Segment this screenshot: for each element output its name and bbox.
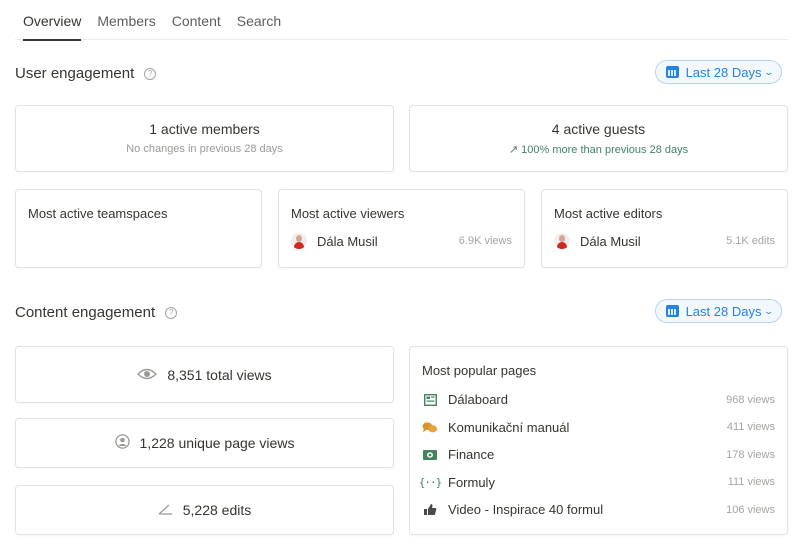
page-name: Komunikační manuál (448, 419, 570, 435)
active-guests-count: 4 active guests (551, 121, 646, 137)
page-name: Formuly (448, 474, 495, 490)
arrow-up-right-icon: ↗ (508, 144, 519, 156)
chat-bubbles-icon (422, 420, 438, 434)
tab-members[interactable]: Members (89, 0, 163, 40)
popular-pages-card: Most popular pages Dálaboard 968 views K… (409, 346, 788, 535)
user-engagement-heading: User engagement ? (15, 65, 157, 82)
page-views: 178 views (726, 448, 775, 461)
person-circle-icon (114, 434, 130, 452)
page-name: Dálaboard (448, 392, 508, 408)
content-date-range-label: Last 28 Days (685, 303, 762, 319)
viewer-row[interactable]: Dála Musil 6.9K views (279, 221, 524, 249)
edits-card: 5,228 edits (15, 485, 394, 535)
tab-overview[interactable]: Overview (15, 0, 89, 41)
list-item[interactable]: Komunikační manuál 411 views (410, 414, 787, 442)
pencil-angle-icon (158, 502, 173, 518)
page-name: Finance (448, 447, 495, 463)
total-views-value: 8,351 total views (167, 366, 272, 383)
eye-icon (137, 367, 158, 383)
active-members-change: No changes in previous 28 days (126, 143, 283, 155)
teamspaces-card: Most active teamspaces (15, 189, 262, 268)
viewers-card: Most active viewers Dála Musil 6.9K view… (278, 189, 525, 268)
tab-bar: Overview Members Content Search (15, 0, 788, 41)
unique-views-card: 1,228 unique page views (15, 418, 394, 468)
dashboard-icon (422, 393, 438, 407)
thumbs-up-icon (422, 503, 438, 517)
content-date-range-button[interactable]: Last 28 Days ⌄ (654, 299, 782, 323)
list-item[interactable]: Finance 178 views (410, 441, 787, 469)
user-date-range-button[interactable]: Last 28 Days ⌄ (654, 60, 782, 84)
viewer-name: Dála Musil (317, 233, 378, 249)
tab-content[interactable]: Content (164, 0, 229, 40)
active-guests-change-text: 100% more than previous 28 days (521, 144, 689, 156)
money-icon (422, 448, 438, 462)
viewers-title: Most active viewers (291, 206, 405, 221)
total-views-card: 8,351 total views (15, 346, 394, 403)
active-guests-card: 4 active guests ↗ 100% more than previou… (409, 105, 788, 172)
page-views: 106 views (726, 503, 775, 516)
user-engagement-title: User engagement (15, 65, 135, 82)
edits-value: 5,228 edits (182, 502, 252, 518)
content-engagement-heading: Content engagement ? (15, 304, 178, 321)
question-circle-icon[interactable]: ? (165, 306, 178, 319)
question-circle-icon[interactable]: ? (144, 67, 157, 80)
active-guests-change: ↗ 100% more than previous 28 days (410, 143, 787, 156)
avatar (554, 233, 570, 249)
avatar (291, 233, 307, 249)
active-members-count: 1 active members (149, 121, 260, 137)
unique-views-value: 1,228 unique page views (139, 435, 295, 451)
user-date-range-label: Last 28 Days (685, 64, 762, 80)
chevron-down-icon: ⌄ (763, 66, 775, 77)
list-item[interactable]: Video - Inspirace 40 formul 106 views (410, 496, 787, 524)
popular-pages-title: Most popular pages (422, 363, 537, 378)
page-name: Video - Inspirace 40 formul (448, 502, 604, 518)
page-views: 968 views (726, 393, 775, 406)
list-item[interactable]: Dálaboard 968 views (410, 386, 787, 414)
editor-value: 5.1K edits (726, 235, 775, 247)
calendar-icon (665, 66, 679, 78)
chevron-down-icon: ⌄ (763, 305, 775, 316)
editor-row[interactable]: Dála Musil 5.1K edits (542, 221, 787, 249)
teamspaces-title: Most active teamspaces (28, 206, 168, 221)
content-engagement-title: Content engagement (15, 304, 156, 321)
editors-card: Most active editors Dála Musil 5.1K edit… (541, 189, 788, 268)
page-views: 411 views (726, 421, 775, 434)
page-views: 111 views (727, 476, 775, 489)
editors-title: Most active editors (554, 206, 663, 221)
editor-name: Dála Musil (580, 233, 641, 249)
list-item[interactable]: {··} Formuly 111 views (410, 469, 787, 497)
tab-search[interactable]: Search (229, 0, 289, 40)
calendar-icon (665, 305, 679, 317)
braces-icon: {··} (418, 475, 443, 489)
viewer-value: 6.9K views (458, 235, 512, 247)
active-members-card: 1 active members No changes in previous … (15, 105, 394, 172)
